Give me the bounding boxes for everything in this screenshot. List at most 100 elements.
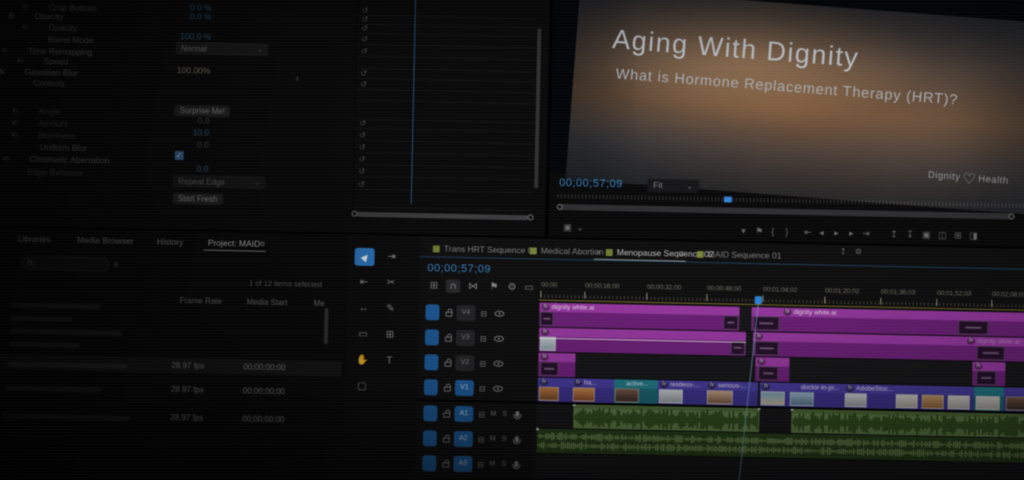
- mute-icon[interactable]: M: [490, 436, 496, 443]
- tab-history[interactable]: History: [157, 237, 184, 248]
- tab-libraries[interactable]: Libraries: [18, 234, 51, 245]
- track-target-V4[interactable]: V4: [456, 305, 475, 321]
- ripple-edit-tool[interactable]: ⇤: [354, 274, 374, 292]
- track-target-V2[interactable]: V2: [455, 355, 474, 371]
- source-patch-V2[interactable]: [424, 354, 438, 370]
- timeline-clip[interactable]: fx: [755, 357, 789, 382]
- project-search-input[interactable]: [21, 256, 109, 272]
- timeline-clip[interactable]: fx: [538, 353, 575, 378]
- extract-icon[interactable]: ↧: [906, 229, 914, 240]
- effect-dropdown[interactable]: Repeat Edge⌄: [173, 175, 265, 189]
- timeline-clip[interactable]: fxAdobeStoc...: [844, 384, 894, 409]
- sync-lock-icon[interactable]: ⊟: [478, 435, 485, 444]
- toggle-track-output-icon[interactable]: [493, 386, 503, 392]
- effect-property-value[interactable]: 100.00%: [170, 65, 210, 76]
- timeline-clip[interactable]: fxrestless-...: [658, 380, 706, 405]
- add-marker-icon[interactable]: ⚑: [487, 280, 501, 293]
- stopwatch-icon[interactable]: ◷: [23, 3, 29, 11]
- step-back-icon[interactable]: ◂: [819, 227, 824, 238]
- sequence-tab[interactable]: Trans HRT Sequence 03: [433, 243, 538, 255]
- lock-icon[interactable]: [445, 312, 452, 317]
- reset-effect-icon[interactable]: ↺: [358, 167, 365, 176]
- effect-property-value[interactable]: 100.0 %: [171, 31, 211, 42]
- timeline-clip[interactable]: doctor-in-pr...: [789, 383, 844, 408]
- nest-icon[interactable]: ⊞: [427, 279, 441, 292]
- pen-tool[interactable]: ✎: [380, 300, 400, 318]
- linked-selection-icon[interactable]: ⋈: [466, 280, 480, 293]
- toggle-track-output-icon[interactable]: [493, 361, 503, 367]
- chevron-down-icon[interactable]: ⌄: [576, 222, 584, 233]
- timeline-clip[interactable]: fxha...: [572, 378, 614, 403]
- mark-in-icon[interactable]: {: [771, 226, 774, 236]
- reset-effect-icon[interactable]: ↺: [360, 69, 367, 78]
- solo-icon[interactable]: S: [502, 411, 507, 418]
- track-target-V3[interactable]: V3: [456, 330, 475, 346]
- reset-effect-icon[interactable]: ↺: [361, 47, 368, 56]
- effect-dropdown[interactable]: Normal⌄: [176, 42, 268, 56]
- reset-effect-icon[interactable]: ↺: [359, 155, 366, 164]
- project-vscrollbar[interactable]: [324, 308, 329, 344]
- go-to-in-icon[interactable]: ⇤: [804, 227, 812, 238]
- stopwatch-icon[interactable]: ◷: [22, 23, 28, 31]
- proxy-icon[interactable]: ◨: [969, 231, 978, 242]
- solo-icon[interactable]: S: [502, 436, 507, 443]
- razor-tool[interactable]: ✂: [381, 274, 401, 292]
- reset-effect-icon[interactable]: ↺: [361, 15, 368, 24]
- timeline-clip[interactable]: fx: [753, 332, 965, 360]
- voiceover-record-icon[interactable]: [515, 436, 519, 442]
- source-patch-V4[interactable]: [425, 304, 439, 320]
- reset-effect-icon[interactable]: ↺: [361, 35, 368, 44]
- timeline-clip[interactable]: fx: [972, 362, 1005, 387]
- panel-menu-icon[interactable]: ≡: [260, 239, 265, 249]
- reset-effect-icon[interactable]: ↺: [360, 80, 367, 89]
- program-scrollbar-left-cap[interactable]: [557, 204, 563, 210]
- sync-lock-icon[interactable]: ⊟: [477, 460, 484, 469]
- slip-tool[interactable]: ↔: [353, 300, 373, 318]
- program-scrollbar-right-cap[interactable]: [1009, 213, 1015, 219]
- toggle-track-output-icon[interactable]: [494, 336, 504, 342]
- lock-icon[interactable]: [442, 463, 449, 468]
- mark-out-icon[interactable]: }: [785, 227, 788, 237]
- list-view-icon[interactable]: ≡: [113, 260, 118, 270]
- lock-icon[interactable]: [445, 337, 452, 342]
- track-target-A3[interactable]: A3: [453, 456, 472, 472]
- track-target-V1[interactable]: V1: [455, 380, 474, 396]
- stopwatch-icon[interactable]: ◷: [4, 154, 10, 162]
- lock-icon[interactable]: [443, 438, 450, 443]
- source-patch-V1[interactable]: [424, 379, 438, 395]
- source-patch-A1[interactable]: [423, 405, 437, 421]
- bookmark-marker-icon[interactable]: ⚑: [755, 226, 763, 237]
- fade-handle[interactable]: [536, 428, 539, 431]
- tab-project-maid[interactable]: Project: MAID: [208, 238, 261, 249]
- add-marker-icon[interactable]: ▾: [741, 226, 746, 237]
- selection-tool[interactable]: ▶: [354, 248, 374, 266]
- solo-icon[interactable]: S: [501, 461, 506, 468]
- grid-icon[interactable]: ⊞: [954, 230, 962, 241]
- voiceover-record-icon[interactable]: [515, 411, 519, 417]
- timeline-clip[interactable]: [894, 385, 974, 411]
- effect-property-value[interactable]: 0.0 %: [172, 11, 212, 22]
- effect-property-value[interactable]: 0.0: [169, 115, 209, 126]
- timeline-clip[interactable]: fxdignity white.ai: [965, 337, 1024, 363]
- lock-icon[interactable]: [444, 362, 451, 367]
- source-patch-V3[interactable]: [425, 329, 439, 345]
- ec-hscroll-left-cap[interactable]: [351, 211, 357, 217]
- stopwatch-icon[interactable]: ◷: [18, 57, 24, 65]
- export-icon[interactable]: ↥: [840, 247, 847, 256]
- sync-lock-icon[interactable]: ⊟: [478, 410, 485, 419]
- go-to-out-icon[interactable]: ⇥: [862, 228, 870, 239]
- reset-effect-icon[interactable]: ↺: [358, 180, 365, 189]
- lock-icon[interactable]: [444, 387, 451, 392]
- panel-menu-icon[interactable]: ≡: [679, 248, 684, 258]
- reset-effect-icon[interactable]: ↺: [359, 119, 366, 128]
- reset-effect-icon[interactable]: ↺: [361, 24, 368, 33]
- voiceover-record-icon[interactable]: [514, 461, 518, 467]
- timeline-clip[interactable]: fxdignity white.ai: [539, 303, 739, 331]
- reset-effect-icon[interactable]: ↺: [362, 6, 369, 15]
- toggle-track-output-icon[interactable]: [494, 311, 504, 317]
- tab-media-browser[interactable]: Media Browser: [77, 235, 134, 246]
- sync-lock-icon[interactable]: ⊟: [480, 334, 487, 343]
- effect-button[interactable]: Start Fresh: [173, 193, 223, 205]
- track-select-forward-tool[interactable]: ⇥: [381, 248, 401, 266]
- stopwatch-icon[interactable]: ◷: [12, 131, 18, 139]
